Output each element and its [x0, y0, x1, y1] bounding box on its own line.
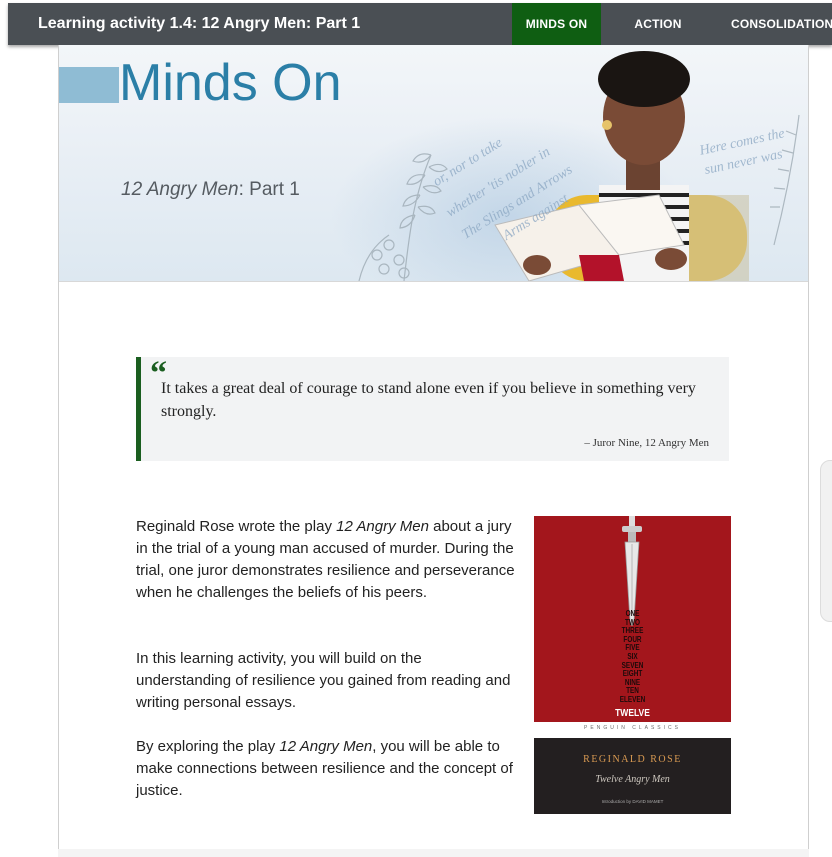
content-card: or, nor to take whether 'tis nobler in T…: [58, 45, 809, 857]
tab-minds-on[interactable]: MINDS ON: [512, 3, 601, 45]
intro-paragraph: Reginald Rose wrote the play 12 Angry Me…: [136, 516, 518, 604]
exploring-paragraph: By exploring the play 12 Angry Men, you …: [136, 736, 518, 802]
activity-paragraph: In this learning activity, you will buil…: [136, 650, 511, 711]
subtitle-part: : Part 1: [238, 179, 300, 200]
top-nav-bar: Learning activity 1.4: 12 Angry Men: Par…: [8, 3, 832, 45]
page-subtitle: 12 Angry Men: Part 1: [121, 179, 300, 201]
play-title: 12 Angry Men: [336, 518, 429, 535]
cover-count-words: ONE TWO THREE FOUR FIVE SIX SEVEN EIGHT NINE TEN E…: [554, 609, 712, 705]
cover-publisher: PENGUIN CLASSICS: [584, 725, 681, 731]
subtitle-play-title: 12 Angry Men: [121, 179, 239, 200]
bottom-divider: [58, 849, 809, 857]
intro-text: Reginald Rose wrote the play: [136, 518, 337, 535]
side-drawer-handle[interactable]: [820, 460, 832, 622]
activity-title: Learning activity 1.4: 12 Angry Men: Par…: [38, 15, 361, 32]
tab-consolidation[interactable]: CONSOLIDATION: [715, 3, 832, 45]
page-heading: Minds On: [119, 54, 342, 112]
minds-on-banner: or, nor to take whether 'tis nobler in T…: [59, 45, 808, 282]
quote-attribution: – Juror Nine, 12 Angry Men: [584, 437, 709, 449]
exploring-text: By exploring the play: [136, 738, 280, 755]
play-title: 12 Angry Men: [279, 738, 373, 755]
cover-intro: Introduction by DAVID MAMET: [601, 799, 664, 804]
book-cover-image: ONE TWO THREE FOUR FIVE SIX SEVEN EIGHT NINE TEN E…: [534, 516, 731, 814]
section-tabs: MINDS ON ACTION CONSOLIDATION: [512, 3, 832, 45]
quote-text: It takes a great deal of courage to stan…: [161, 380, 696, 420]
cover-author: REGINALD ROSE: [583, 754, 682, 765]
cover-twelve: TWELVE: [615, 708, 650, 719]
cover-count-word: ELEVEN: [619, 694, 646, 704]
accent-square: [59, 67, 119, 103]
cover-title: Twelve Angry Men: [595, 774, 670, 785]
tab-action[interactable]: ACTION: [601, 3, 715, 45]
quote-block: “ It takes a great deal of courage to st…: [136, 357, 729, 461]
